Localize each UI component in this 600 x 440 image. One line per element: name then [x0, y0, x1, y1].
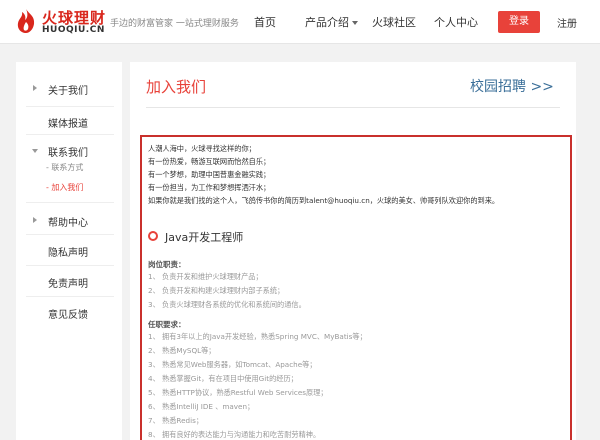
sidebar-subitem-join-us[interactable]: - 加入我们: [46, 182, 83, 193]
flame-logo-icon: [17, 9, 35, 33]
job-posting-box: 人潮人海中，火球寻找这样的你； 有一份热爱，畅游互联网而怡然自乐； 有一个梦想，…: [140, 135, 572, 440]
nav-products[interactable]: 产品介绍: [305, 14, 358, 30]
nav-products-label: 产品介绍: [305, 16, 349, 29]
intro-line: 有一份热爱，畅游互联网而怡然自乐；: [148, 157, 271, 166]
sidebar-item-feedback[interactable]: 意见反馈: [16, 298, 122, 332]
list-item: 3、 熟悉常见Web服务器，如Tomcat、Apache等；: [148, 360, 317, 369]
chevron-right-icon: [33, 217, 37, 223]
sidebar: 关于我们 媒体报道 联系我们 - 联系方式 - 加入我们 帮助中心 隐私声明 免…: [16, 62, 122, 440]
sidebar-item-about[interactable]: 关于我们: [16, 74, 122, 108]
list-item: 1、 负责开发和维护火球理财产品；: [148, 272, 263, 281]
divider: [26, 265, 114, 266]
main-content: 加入我们 校园招聘 >> 人潮人海中，火球寻找这样的你； 有一份热爱，畅游互联网…: [130, 62, 576, 440]
sidebar-item-label: 媒体报道: [48, 119, 88, 130]
duties-title: 岗位职责：: [148, 260, 186, 269]
list-item: 2、 负责开发和构建火球理财内部子系统；: [148, 286, 285, 295]
chevron-right-icon: [33, 85, 37, 91]
top-header: 火球理财 HUOQIU.CN 手边的财富管家 一站式理财服务 首页 产品介绍 火…: [0, 0, 600, 44]
intro-line: 如果你就是我们找的这个人，飞鸽传书你的简历到talent@huoqiu.cn，火…: [148, 196, 500, 205]
divider: [26, 234, 114, 235]
divider: [26, 296, 114, 297]
list-item: 4、 熟悉掌握Git，有在项目中使用Git的经历；: [148, 374, 298, 383]
intro-text: 人潮人海中，火球寻找这样的你； 有一份热爱，畅游互联网而怡然自乐； 有一个梦想，…: [148, 142, 499, 207]
chevron-down-icon: [32, 149, 38, 153]
intro-line: 有一份担当，为工作和梦想挥洒汗水；: [148, 183, 271, 192]
caret-down-icon: [352, 21, 358, 25]
requirements-title: 任职要求：: [148, 320, 186, 329]
sidebar-subitem-contact-info[interactable]: - 联系方式: [46, 162, 83, 173]
list-item: 6、 熟悉IntelliJ IDE 、maven；: [148, 402, 255, 411]
list-item: 3、 负责火球理财各系统的优化和系统间的通信。: [148, 300, 306, 309]
list-item: 8、 拥有良好的表达能力与沟通能力和吃苦耐劳精神。: [148, 430, 321, 439]
divider: [146, 107, 560, 108]
slogan: 手边的财富管家 一站式理财服务: [110, 19, 239, 29]
sidebar-item-label: 联系我们: [48, 148, 88, 159]
logo[interactable]: 火球理财 HUOQIU.CN: [14, 6, 105, 36]
nav-account[interactable]: 个人中心: [434, 14, 478, 30]
list-item: 5、 熟悉HTTP协议，熟悉Restful Web Services原理；: [148, 388, 328, 397]
duties-list: 1、 负责开发和维护火球理财产品； 2、 负责开发和构建火球理财内部子系统； 3…: [148, 270, 306, 312]
sidebar-item-label: 关于我们: [48, 86, 88, 97]
intro-line: 有一个梦想，助理中国普惠金融实践；: [148, 170, 271, 179]
list-item: 7、 熟悉Redis；: [148, 416, 204, 425]
circle-bullet-icon: [148, 231, 158, 241]
sidebar-item-label: 帮助中心: [48, 218, 88, 229]
nav-community[interactable]: 火球社区: [372, 14, 416, 30]
list-item: 2、 熟悉MySQL等；: [148, 346, 216, 355]
campus-recruitment-link[interactable]: 校园招聘 >>: [470, 76, 554, 96]
divider: [26, 134, 114, 135]
sidebar-item-label: 隐私声明: [48, 248, 88, 259]
sidebar-item-label: 免责声明: [48, 279, 88, 290]
login-button[interactable]: 登录: [498, 11, 540, 33]
nav-home[interactable]: 首页: [254, 14, 276, 30]
job-title: Java开发工程师: [165, 231, 244, 244]
intro-line: 人潮人海中，火球寻找这样的你；: [148, 144, 256, 153]
sidebar-item-label: 意见反馈: [48, 310, 88, 321]
list-item: 1、 拥有3年以上的Java开发经验，熟悉Spring MVC、MyBatis等…: [148, 332, 367, 341]
logo-domain: HUOQIU.CN: [42, 25, 105, 35]
register-link[interactable]: 注册: [557, 15, 577, 30]
divider: [26, 202, 114, 203]
page-title: 加入我们: [146, 78, 207, 96]
requirements-list: 1、 拥有3年以上的Java开发经验，熟悉Spring MVC、MyBatis等…: [148, 330, 367, 440]
